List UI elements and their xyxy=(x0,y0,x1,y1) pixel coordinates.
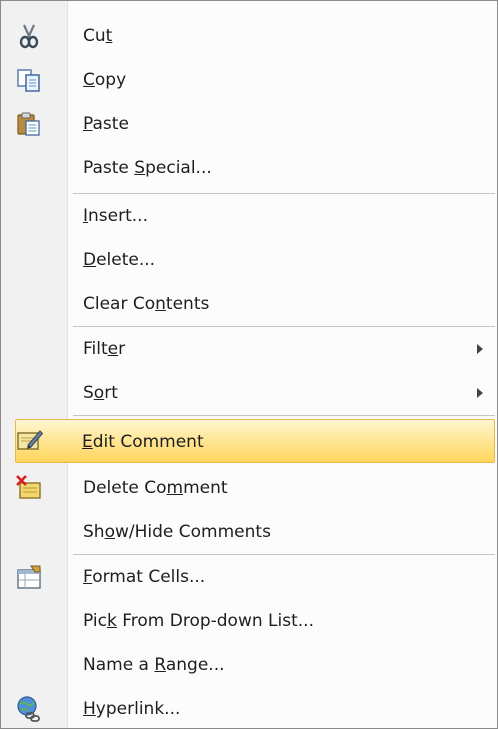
format-cells-icon xyxy=(15,563,43,591)
submenu-arrow-icon xyxy=(477,344,483,354)
delete-comment-icon xyxy=(15,474,43,502)
submenu-arrow-icon xyxy=(477,388,483,398)
menu-item-paste[interactable]: Paste xyxy=(3,102,495,146)
menu-item-label: Filter xyxy=(83,339,126,359)
edit-comment-icon xyxy=(16,427,44,455)
menu-item-label: Pick From Drop-down List... xyxy=(83,611,314,631)
menu-item-copy[interactable]: Copy xyxy=(3,58,495,102)
menu-item-label: Paste Special... xyxy=(83,158,212,178)
copy-icon xyxy=(15,66,43,94)
menu-item-clear-contents[interactable]: Clear Contents xyxy=(3,282,495,326)
menu-item-label: Show/Hide Comments xyxy=(83,522,271,542)
menu-item-pick-from-dropdown[interactable]: Pick From Drop-down List... xyxy=(3,599,495,643)
paste-icon xyxy=(15,110,43,138)
menu-item-delete-comment[interactable]: Delete Comment xyxy=(3,466,495,510)
menu-item-cut[interactable]: Cut xyxy=(3,14,495,58)
menu-item-label: Clear Contents xyxy=(83,294,210,314)
menu-item-paste-special[interactable]: Paste Special... xyxy=(3,146,495,190)
menu-item-label: Copy xyxy=(83,70,127,90)
menu-item-label: Cut xyxy=(83,26,113,46)
menu-item-format-cells[interactable]: Format Cells... xyxy=(3,555,495,599)
menu-item-show-hide-comments[interactable]: Show/Hide Comments xyxy=(3,510,495,554)
menu-item-label: Insert... xyxy=(83,206,148,226)
menu-item-name-a-range[interactable]: Name a Range... xyxy=(3,643,495,687)
menu-item-label: Delete... xyxy=(83,250,156,270)
menu-item-label: Format Cells... xyxy=(83,567,206,587)
menu-item-edit-comment[interactable]: Edit Comment xyxy=(15,419,495,463)
menu-item-filter[interactable]: Filter xyxy=(3,327,495,371)
menu-item-hyperlink[interactable]: Hyperlink... xyxy=(3,687,495,728)
context-menu: Cut Copy Paste Paste Special... Insert..… xyxy=(0,0,498,729)
menu-item-insert[interactable]: Insert... xyxy=(3,194,495,238)
menu-item-label: Paste xyxy=(83,114,129,134)
menu-item-label: Sort xyxy=(83,383,118,403)
menu-item-label: Delete Comment xyxy=(83,478,228,498)
menu-item-label: Name a Range... xyxy=(83,655,225,675)
hyperlink-icon xyxy=(15,695,43,723)
menu-item-sort[interactable]: Sort xyxy=(3,371,495,415)
menu-item-label: Hyperlink... xyxy=(83,699,181,719)
menu-item-label: Edit Comment xyxy=(82,432,204,452)
menu-separator xyxy=(73,415,495,416)
scissors-icon xyxy=(15,22,43,50)
menu-item-delete[interactable]: Delete... xyxy=(3,238,495,282)
